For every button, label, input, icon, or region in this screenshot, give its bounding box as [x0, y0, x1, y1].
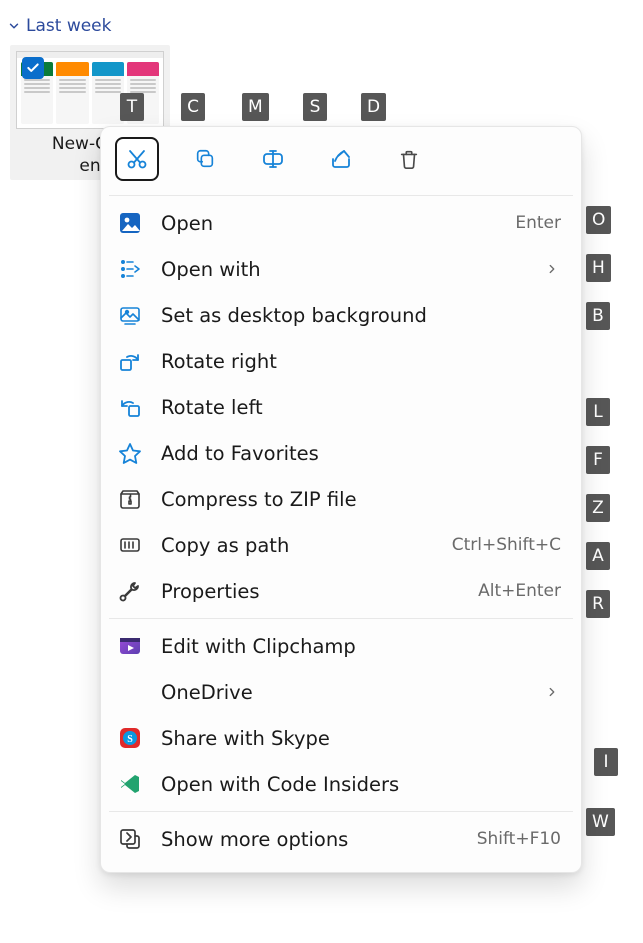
keyhint: T — [120, 93, 144, 121]
chevron-down-icon — [6, 18, 22, 34]
rename-button[interactable] — [251, 137, 295, 181]
clipchamp-icon — [117, 633, 143, 659]
keyhint: S — [303, 93, 327, 121]
wallpaper-icon — [117, 302, 143, 328]
selected-check-icon — [22, 57, 44, 79]
menu-section-1: Open Enter Open with Set as desktop back… — [101, 196, 581, 618]
menu-label: Open with Code Insiders — [161, 773, 561, 796]
menu-open-with[interactable]: Open with — [101, 246, 581, 292]
menu-copy-path[interactable]: Copy as path Ctrl+Shift+C — [101, 522, 581, 568]
menu-vscode[interactable]: Open with Code Insiders — [101, 761, 581, 807]
menu-label: Open with — [161, 258, 525, 281]
menu-label: Set as desktop background — [161, 304, 561, 327]
photo-app-icon — [117, 210, 143, 236]
menu-section-3: Show more options Shift+F10 — [101, 812, 581, 866]
menu-open[interactable]: Open Enter — [101, 200, 581, 246]
keyhint: M — [242, 93, 269, 121]
menu-more-options[interactable]: Show more options Shift+F10 — [101, 816, 581, 862]
skype-icon: S — [117, 725, 143, 751]
keyhint: I — [594, 748, 618, 776]
menu-label: Add to Favorites — [161, 442, 561, 465]
group-label: Last week — [26, 16, 111, 36]
rotate-right-icon — [117, 348, 143, 374]
copy-button[interactable] — [183, 137, 227, 181]
menu-onedrive[interactable]: OneDrive — [101, 669, 581, 715]
keyhint: W — [586, 808, 615, 836]
menu-rotate-right[interactable]: Rotate right — [101, 338, 581, 384]
menu-label: Open — [161, 212, 497, 235]
group-header[interactable]: Last week — [6, 16, 111, 36]
menu-compress-zip[interactable]: Compress to ZIP file — [101, 476, 581, 522]
keyhint: F — [586, 446, 610, 474]
menu-label: Rotate left — [161, 396, 561, 419]
star-icon — [117, 440, 143, 466]
delete-button[interactable] — [387, 137, 431, 181]
menu-label: Share with Skype — [161, 727, 561, 750]
chevron-right-icon — [543, 683, 561, 701]
menu-properties[interactable]: Properties Alt+Enter — [101, 568, 581, 614]
menu-section-2: Edit with Clipchamp OneDrive S Share wit… — [101, 619, 581, 811]
keyhint: Z — [586, 494, 610, 522]
properties-icon — [117, 578, 143, 604]
keyhint: L — [586, 398, 610, 426]
keyhint: R — [586, 590, 610, 618]
svg-text:S: S — [127, 734, 133, 745]
keyhint: A — [586, 542, 610, 570]
keyhint: H — [586, 254, 611, 282]
onedrive-icon — [117, 679, 143, 705]
menu-rotate-left[interactable]: Rotate left — [101, 384, 581, 430]
menu-label: Copy as path — [161, 534, 434, 557]
chevron-right-icon — [543, 260, 561, 278]
share-button[interactable] — [319, 137, 363, 181]
cut-button[interactable] — [115, 137, 159, 181]
rotate-left-icon — [117, 394, 143, 420]
menu-label: OneDrive — [161, 681, 525, 704]
menu-accel: Ctrl+Shift+C — [452, 535, 561, 555]
menu-accel: Alt+Enter — [478, 581, 561, 601]
menu-accel: Shift+F10 — [477, 829, 561, 849]
keyhint: B — [586, 302, 610, 330]
menu-favorites[interactable]: Add to Favorites — [101, 430, 581, 476]
menu-skype[interactable]: S Share with Skype — [101, 715, 581, 761]
menu-label: Edit with Clipchamp — [161, 635, 561, 658]
menu-accel: Enter — [515, 213, 561, 233]
keyhint: O — [586, 206, 611, 234]
open-with-icon — [117, 256, 143, 282]
menu-clipchamp[interactable]: Edit with Clipchamp — [101, 623, 581, 669]
menu-set-wallpaper[interactable]: Set as desktop background — [101, 292, 581, 338]
context-toolbar — [101, 127, 581, 195]
menu-label: Properties — [161, 580, 460, 603]
menu-label: Show more options — [161, 828, 459, 851]
menu-label: Compress to ZIP file — [161, 488, 561, 511]
keyhint: D — [361, 93, 386, 121]
menu-label: Rotate right — [161, 350, 561, 373]
zip-icon — [117, 486, 143, 512]
vscode-insiders-icon — [117, 771, 143, 797]
more-options-icon — [117, 826, 143, 852]
keyhint: C — [181, 93, 205, 121]
context-menu: Open Enter Open with Set as desktop back… — [100, 126, 582, 873]
copy-path-icon — [117, 532, 143, 558]
